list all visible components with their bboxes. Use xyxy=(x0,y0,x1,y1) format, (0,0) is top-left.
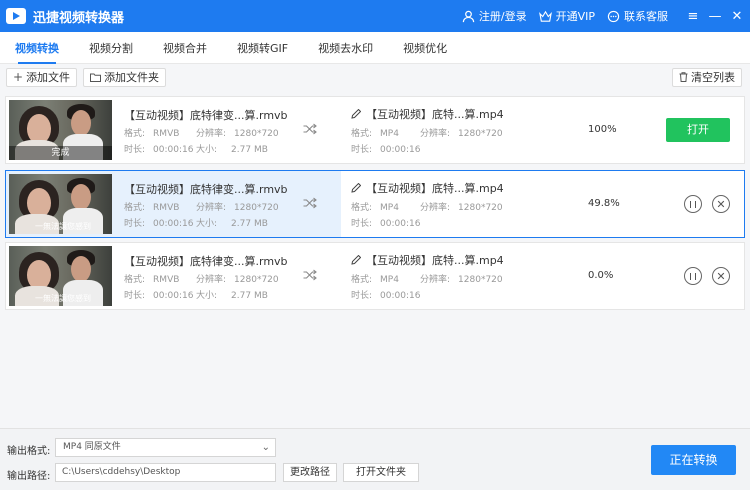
output-duration: 时长: 00:00:16 xyxy=(351,219,421,229)
source-info: 完成 【互动视频】底特律变...算.rmvb 格式: RMVB 分辨率: 1280*… xyxy=(6,97,341,163)
source-size: 大小: 2.77 MB xyxy=(196,219,268,229)
output-format: 格式: MP4 xyxy=(351,129,399,139)
progress-percent: 100% xyxy=(588,124,617,135)
edit-name-icon[interactable] xyxy=(351,183,361,193)
pause-icon xyxy=(690,272,696,280)
output-resolution: 分辨率: 1280*720 xyxy=(420,129,503,139)
login-label: 注册/登录 xyxy=(478,10,527,23)
output-format-select[interactable]: MP4 同原文件 ⌄ xyxy=(55,438,276,457)
toolbar: + 添加文件 添加文件夹 清空列表 xyxy=(0,64,750,90)
output-filename: 【互动视频】底特...算.mp4 xyxy=(366,254,504,267)
title-bar: 迅捷视频转换器 注册/登录 开通VIP 联系客服 ≡ — ✕ xyxy=(0,0,750,32)
tab-remove-watermark[interactable]: 视频去水印 xyxy=(303,32,388,64)
source-size: 大小: 2.77 MB xyxy=(196,145,268,155)
support-label: 联系客服 xyxy=(624,10,668,23)
source-info: 一無法讓您感到 【互动视频】底特律变...算.rmvb 格式: RMVB 分辨率:… xyxy=(6,171,341,237)
login-link[interactable]: 注册/登录 xyxy=(462,8,527,24)
list-item[interactable]: 一無法讓您感到 【互动视频】底特律变...算.rmvb 格式: RMVB 分辨率:… xyxy=(5,242,745,310)
plus-icon: + xyxy=(13,70,24,84)
vip-link[interactable]: 开通VIP xyxy=(538,8,595,24)
output-filename: 【互动视频】底特...算.mp4 xyxy=(366,108,504,121)
close-icon: ✕ xyxy=(716,269,726,283)
video-thumbnail: 一無法讓您感到 xyxy=(9,246,112,306)
source-duration: 时长: 00:00:16 xyxy=(124,291,194,301)
output-duration: 时长: 00:00:16 xyxy=(351,291,421,301)
output-settings-bar: 输出格式: MP4 同原文件 ⌄ 输出路径: C:\Users\cddehsy\… xyxy=(0,428,750,490)
source-format: 格式: RMVB xyxy=(124,203,180,213)
video-thumbnail: 完成 xyxy=(9,100,112,160)
thumbnail-subtitle: 一無法讓您感到 xyxy=(35,294,91,303)
tab-video-split[interactable]: 视频分割 xyxy=(74,32,148,64)
list-item[interactable]: 一無法讓您感到 【互动视频】底特律变...算.rmvb 格式: RMVB 分辨率:… xyxy=(5,170,745,238)
source-filename: 【互动视频】底特律变...算.rmvb xyxy=(124,183,288,196)
output-resolution: 分辨率: 1280*720 xyxy=(420,275,503,285)
edit-name-icon[interactable] xyxy=(351,255,361,265)
pause-button[interactable] xyxy=(684,195,702,213)
converting-button[interactable]: 正在转换 xyxy=(651,445,736,475)
list-item[interactable]: 完成 【互动视频】底特律变...算.rmvb 格式: RMVB 分辨率: 1280*… xyxy=(5,96,745,164)
pause-icon xyxy=(690,200,696,208)
source-resolution: 分辨率: 1280*720 xyxy=(196,275,279,285)
source-format: 格式: RMVB xyxy=(124,275,180,285)
support-link[interactable]: 联系客服 xyxy=(607,8,668,24)
tab-video-optimize[interactable]: 视频优化 xyxy=(388,32,462,64)
menu-icon[interactable]: ≡ xyxy=(682,6,704,26)
edit-name-icon[interactable] xyxy=(351,109,361,119)
change-path-button[interactable]: 更改路径 xyxy=(283,463,337,482)
open-button[interactable]: 打开 xyxy=(666,118,730,142)
source-resolution: 分辨率: 1280*720 xyxy=(196,203,279,213)
source-resolution: 分辨率: 1280*720 xyxy=(196,129,279,139)
tab-video-merge[interactable]: 视频合并 xyxy=(148,32,222,64)
chat-icon xyxy=(607,10,620,22)
output-resolution: 分辨率: 1280*720 xyxy=(420,203,503,213)
progress-percent: 0.0% xyxy=(588,270,614,281)
source-info: 一無法讓您感到 【互动视频】底特律变...算.rmvb 格式: RMVB 分辨率:… xyxy=(6,243,341,309)
vip-label: 开通VIP xyxy=(555,10,595,23)
app-title: 迅捷视频转换器 xyxy=(33,10,125,26)
output-format-label: 输出格式: xyxy=(7,446,51,457)
tab-video-convert[interactable]: 视频转换 xyxy=(0,32,74,64)
output-path-field[interactable]: C:\Users\cddehsy\Desktop xyxy=(55,463,276,482)
clear-list-label: 清空列表 xyxy=(691,71,735,84)
thumbnail-subtitle: 一無法讓您感到 xyxy=(35,222,91,231)
shuffle-icon xyxy=(303,123,317,135)
output-path-label: 输出路径: xyxy=(7,471,51,482)
close-icon: ✕ xyxy=(716,197,726,211)
output-filename: 【互动视频】底特...算.mp4 xyxy=(366,182,504,195)
source-filename: 【互动视频】底特律变...算.rmvb xyxy=(124,109,288,122)
app-logo-icon xyxy=(6,8,26,24)
source-format: 格式: RMVB xyxy=(124,129,180,139)
video-thumbnail: 一無法讓您感到 xyxy=(9,174,112,234)
remove-button[interactable]: ✕ xyxy=(712,267,730,285)
shuffle-icon xyxy=(303,197,317,209)
output-format-value: MP4 同原文件 xyxy=(63,442,121,452)
progress-percent: 49.8% xyxy=(588,198,620,209)
user-icon xyxy=(462,10,475,22)
close-icon[interactable]: ✕ xyxy=(726,6,748,26)
source-filename: 【互动视频】底特律变...算.rmvb xyxy=(124,255,288,268)
add-file-button[interactable]: + 添加文件 xyxy=(6,67,78,87)
output-duration: 时长: 00:00:16 xyxy=(351,145,421,155)
minimize-icon[interactable]: — xyxy=(704,6,726,26)
open-folder-button[interactable]: 打开文件夹 xyxy=(343,463,419,482)
folder-icon xyxy=(90,73,102,82)
shuffle-icon xyxy=(303,269,317,281)
output-format: 格式: MP4 xyxy=(351,203,399,213)
trash-icon xyxy=(679,72,688,82)
chevron-down-icon: ⌄ xyxy=(261,442,270,453)
pause-button[interactable] xyxy=(684,267,702,285)
add-folder-button[interactable]: 添加文件夹 xyxy=(83,67,167,87)
thumbnail-status: 完成 xyxy=(9,146,112,160)
remove-button[interactable]: ✕ xyxy=(712,195,730,213)
clear-list-button[interactable]: 清空列表 xyxy=(672,67,742,87)
crown-icon xyxy=(538,10,552,22)
source-size: 大小: 2.77 MB xyxy=(196,291,268,301)
source-duration: 时长: 00:00:16 xyxy=(124,145,194,155)
output-format: 格式: MP4 xyxy=(351,275,399,285)
add-folder-label: 添加文件夹 xyxy=(104,71,160,84)
function-tabs: 视频转换 视频分割 视频合并 视频转GIF 视频去水印 视频优化 xyxy=(0,32,750,64)
tab-video-to-gif[interactable]: 视频转GIF xyxy=(222,32,303,64)
source-duration: 时长: 00:00:16 xyxy=(124,219,194,229)
add-file-label: 添加文件 xyxy=(26,71,71,84)
